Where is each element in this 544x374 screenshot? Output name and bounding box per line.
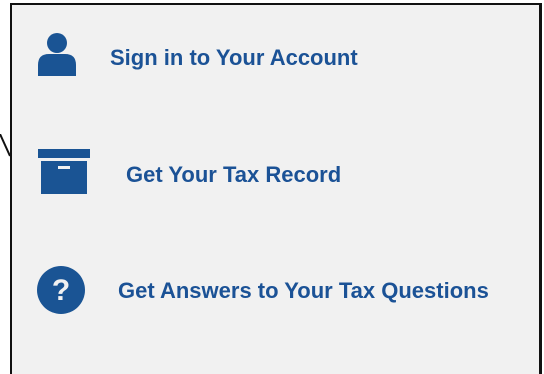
- sign-in-link[interactable]: Sign in to Your Account: [110, 47, 358, 69]
- user-icon[interactable]: [36, 32, 78, 76]
- page: Sign in to Your Account Get Your Tax Rec…: [0, 0, 544, 374]
- tax-record-link[interactable]: Get Your Tax Record: [126, 164, 341, 186]
- tax-questions-link[interactable]: Get Answers to Your Tax Questions: [118, 280, 489, 302]
- archive-box-icon[interactable]: [38, 149, 90, 194]
- svg-text:?: ?: [52, 274, 70, 307]
- question-circle-icon[interactable]: ?: [37, 266, 85, 314]
